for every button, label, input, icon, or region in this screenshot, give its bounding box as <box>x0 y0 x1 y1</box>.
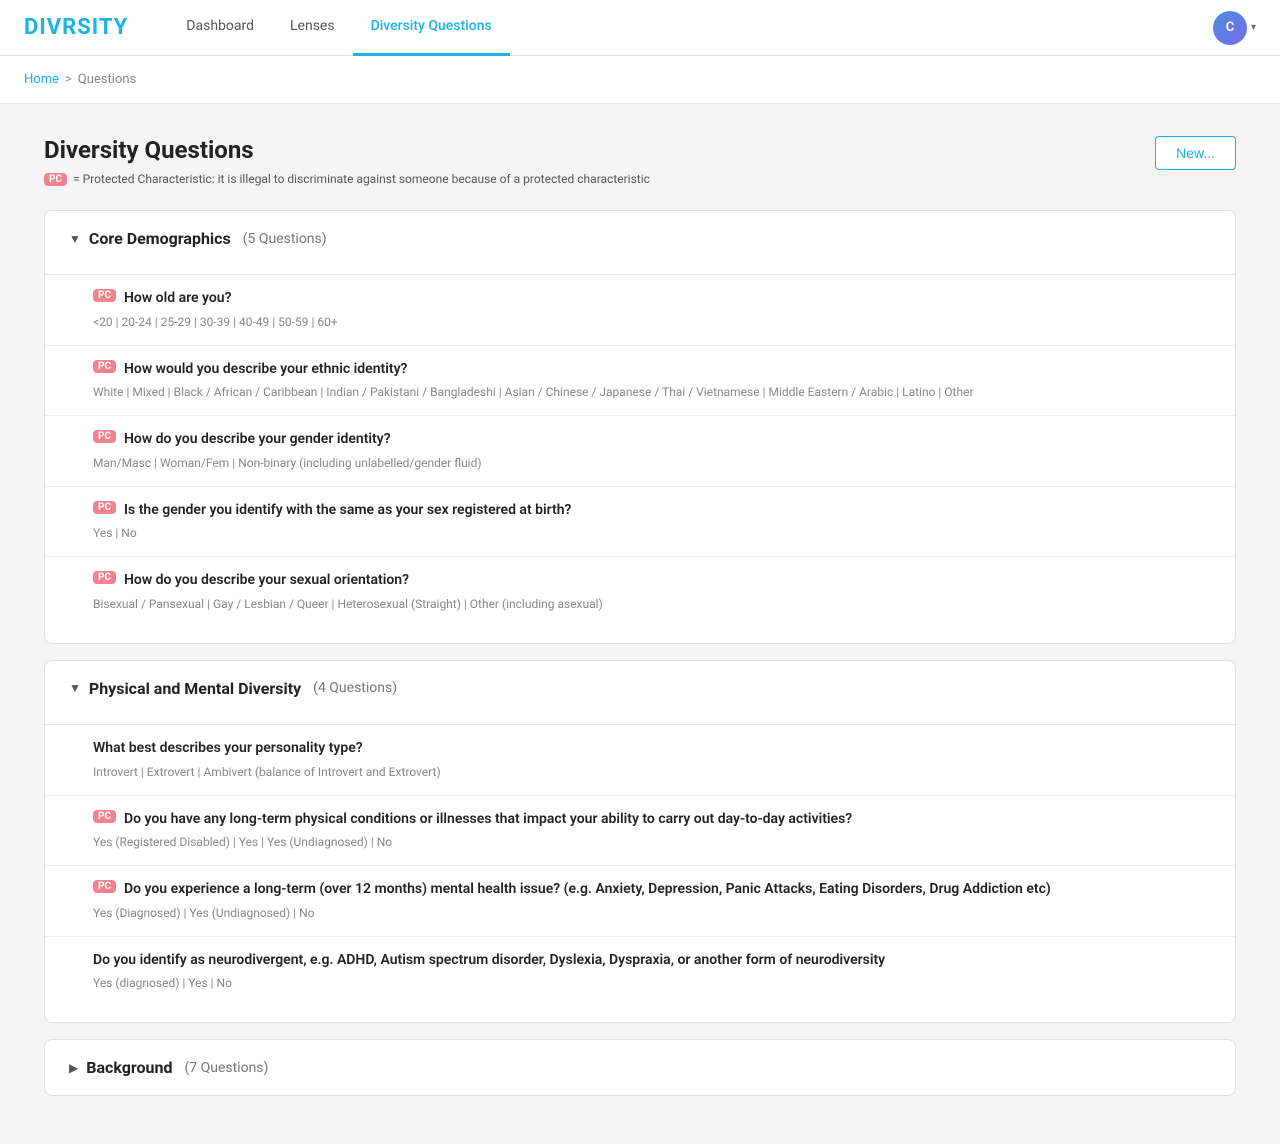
question-text: Do you identify as neurodivergent, e.g. … <box>93 951 885 971</box>
sections-container: Core Demographics (5 Questions) PC How old … <box>44 210 1236 1096</box>
question-options: Yes (Registered Disabled) | Yes | Yes (U… <box>93 833 1195 851</box>
page-header: Diversity Questions PC = Protected Chara… <box>44 136 1236 186</box>
section-header-background[interactable]: Background (7 Questions) <box>45 1040 1235 1095</box>
header: DIVRSITY DashboardLensesDiversity Questi… <box>0 0 1280 56</box>
question-item: PC How do you describe your sexual orient… <box>45 556 1235 627</box>
question-options: Yes | No <box>93 524 1195 542</box>
pc-badge: PC <box>93 810 116 823</box>
pc-badge: PC <box>44 173 67 186</box>
pc-badge: PC <box>93 430 116 443</box>
question-row: PC How old are you? <box>93 289 1195 309</box>
question-row: PC How do you describe your gender identi… <box>93 430 1195 450</box>
question-item: PC How do you describe your gender identi… <box>45 415 1235 486</box>
breadcrumb-current: Questions <box>78 72 136 87</box>
section-title-core-demographics: Core Demographics <box>89 229 231 248</box>
question-options: Introvert | Extrovert | Ambivert (balanc… <box>93 763 1195 781</box>
section-core-demographics: Core Demographics (5 Questions) PC How old … <box>44 210 1236 644</box>
nav-item-dashboard[interactable]: Dashboard <box>168 0 272 56</box>
question-row: Do you identify as neurodivergent, e.g. … <box>93 951 1195 971</box>
question-options: Yes (diagnosed) | Yes | No <box>93 974 1195 992</box>
question-text: How would you describe your ethnic ident… <box>124 360 407 380</box>
section-header-core-demographics[interactable]: Core Demographics (5 Questions) <box>45 211 1235 266</box>
question-options: Yes (Diagnosed) | Yes (Undiagnosed) | No <box>93 904 1195 922</box>
question-text: What best describes your personality typ… <box>93 739 363 759</box>
logo[interactable]: DIVRSITY <box>24 15 128 40</box>
question-options: Man/Masc | Woman/Fem | Non-binary (inclu… <box>93 454 1195 472</box>
section-toggle-physical-mental <box>69 681 81 695</box>
question-row: What best describes your personality typ… <box>93 739 1195 759</box>
question-item: Do you identify as neurodivergent, e.g. … <box>45 936 1235 1007</box>
breadcrumb: Home > Questions <box>0 56 1280 104</box>
pc-legend: PC = Protected Characteristic: it is ill… <box>44 172 650 186</box>
user-menu[interactable]: C ▾ <box>1213 11 1256 45</box>
question-text: Do you experience a long-term (over 12 m… <box>124 880 1051 900</box>
question-row: PC How do you describe your sexual orient… <box>93 571 1195 591</box>
question-item: PC Is the gender you identify with the sa… <box>45 486 1235 557</box>
question-row: PC How would you describe your ethnic ide… <box>93 360 1195 380</box>
avatar-dropdown-arrow: ▾ <box>1251 22 1256 33</box>
section-physical-mental: Physical and Mental Diversity (4 Question… <box>44 660 1236 1023</box>
avatar[interactable]: C <box>1213 11 1247 45</box>
section-count-physical-mental: (4 Questions) <box>313 680 397 696</box>
question-text: How old are you? <box>124 289 232 309</box>
pc-badge: PC <box>93 571 116 584</box>
pc-legend-text: = Protected Characteristic: it is illega… <box>73 172 650 186</box>
page-title: Diversity Questions <box>44 136 650 164</box>
section-title-background: Background <box>86 1058 172 1077</box>
question-text: How do you describe your sexual orientat… <box>124 571 409 591</box>
new-button[interactable]: New... <box>1155 136 1236 170</box>
pc-badge: PC <box>93 360 116 373</box>
question-item: What best describes your personality typ… <box>45 724 1235 795</box>
nav-item-lenses[interactable]: Lenses <box>272 0 353 56</box>
section-toggle-core-demographics <box>69 232 81 246</box>
main-content: Diversity Questions PC = Protected Chara… <box>20 104 1260 1144</box>
question-item: PC How would you describe your ethnic ide… <box>45 345 1235 416</box>
question-row: PC Do you experience a long-term (over 12… <box>93 880 1195 900</box>
question-item: PC Do you have any long-term physical con… <box>45 795 1235 866</box>
question-item: PC Do you experience a long-term (over 12… <box>45 865 1235 936</box>
section-background: Background (7 Questions) <box>44 1039 1236 1096</box>
question-options: White | Mixed | Black / African / Caribb… <box>93 383 1195 401</box>
question-text: How do you describe your gender identity… <box>124 430 391 450</box>
section-count-background: (7 Questions) <box>184 1060 268 1076</box>
page-title-area: Diversity Questions PC = Protected Chara… <box>44 136 650 186</box>
section-body-core-demographics: PC How old are you? <20 | 20-24 | 25-29 | … <box>45 266 1235 643</box>
pc-badge: PC <box>93 501 116 514</box>
question-text: Is the gender you identify with the same… <box>124 501 571 521</box>
section-header-physical-mental[interactable]: Physical and Mental Diversity (4 Question… <box>45 661 1235 716</box>
question-row: PC Do you have any long-term physical con… <box>93 810 1195 830</box>
question-text: Do you have any long-term physical condi… <box>124 810 852 830</box>
section-title-physical-mental: Physical and Mental Diversity <box>89 679 301 698</box>
pc-badge: PC <box>93 880 116 893</box>
breadcrumb-home[interactable]: Home <box>24 72 59 87</box>
section-count-core-demographics: (5 Questions) <box>243 231 327 247</box>
section-body-physical-mental: What best describes your personality typ… <box>45 716 1235 1022</box>
question-item: PC How old are you? <20 | 20-24 | 25-29 | … <box>45 274 1235 345</box>
question-row: PC Is the gender you identify with the sa… <box>93 501 1195 521</box>
main-nav: DashboardLensesDiversity Questions <box>168 0 509 56</box>
question-options: <20 | 20-24 | 25-29 | 30-39 | 40-49 | 50… <box>93 313 1195 331</box>
breadcrumb-separator: > <box>65 72 72 87</box>
pc-badge: PC <box>93 289 116 302</box>
question-options: Bisexual / Pansexual | Gay / Lesbian / Q… <box>93 595 1195 613</box>
section-toggle-background <box>69 1061 78 1075</box>
nav-item-diversity-questions[interactable]: Diversity Questions <box>353 0 510 56</box>
